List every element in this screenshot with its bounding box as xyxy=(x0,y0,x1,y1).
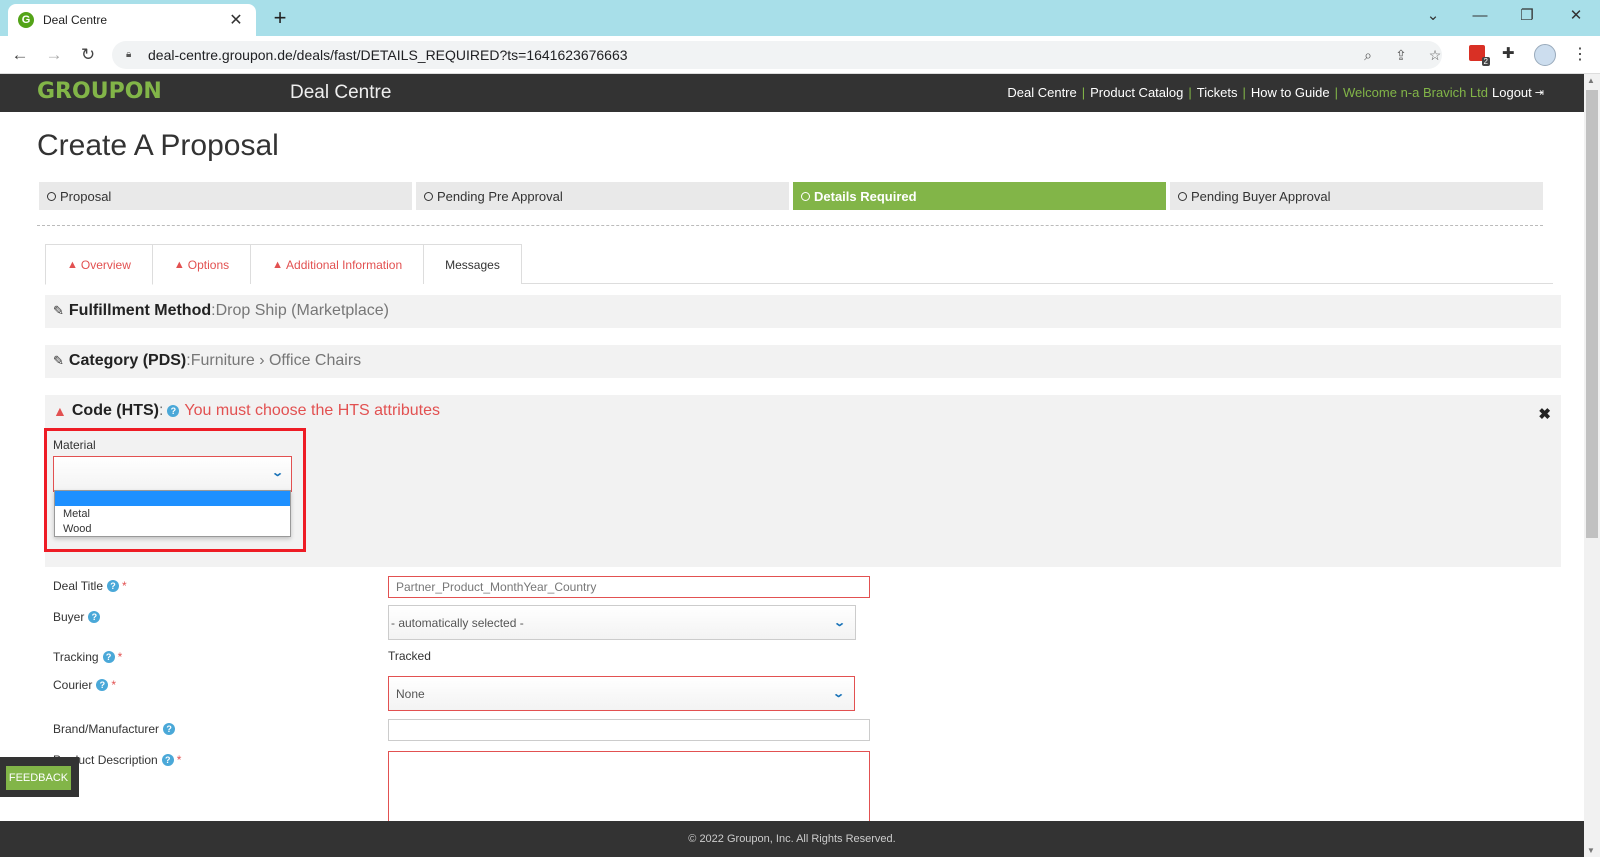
extension-badge: 2 xyxy=(1481,57,1490,66)
fulfillment-section: ✎ Fulfillment Method: Drop Ship (Marketp… xyxy=(45,295,1561,328)
top-nav: Deal Centre | Product Catalog | Tickets … xyxy=(1007,85,1544,100)
highlight-annotation xyxy=(44,428,306,552)
tab-search-icon[interactable]: ⌄ xyxy=(1418,4,1448,28)
help-icon[interactable]: ? xyxy=(167,405,180,417)
scroll-down-icon[interactable]: ▼ xyxy=(1587,846,1595,855)
tab-options[interactable]: ▲ Options xyxy=(151,244,252,284)
buyer-select[interactable]: - automatically selected - ⌄ xyxy=(388,605,856,640)
warning-icon: ▲ xyxy=(272,258,284,271)
progress-steps: Proposal Pending Pre Approval Details Re… xyxy=(39,182,1543,210)
calendar-extension-icon[interactable]: 2 xyxy=(1469,45,1490,66)
buyer-label: Buyer? xyxy=(53,610,101,624)
app-name: Deal Centre xyxy=(290,82,392,103)
step-circle-icon xyxy=(47,191,56,201)
warning-icon: ▲ xyxy=(173,258,185,271)
help-icon[interactable]: ? xyxy=(161,754,174,766)
groupon-logo[interactable]: GROUPON xyxy=(37,79,162,104)
tracking-label: Tracking? * xyxy=(53,650,123,664)
feedback-widget: FEEDBACK xyxy=(0,757,79,797)
courier-label: Courier? * xyxy=(53,678,117,692)
chevron-down-icon: ⌄ xyxy=(832,617,846,629)
nav-tickets[interactable]: Tickets xyxy=(1197,85,1238,100)
bookmark-star-icon[interactable]: ☆ xyxy=(1424,44,1446,66)
proposal-tabs: ▲ Overview ▲ Options ▲ Additional Informati… xyxy=(45,244,1553,285)
minimize-icon[interactable]: — xyxy=(1465,4,1495,28)
feedback-button[interactable]: FEEDBACK xyxy=(6,766,71,790)
brand-label: Brand/Manufacturer? xyxy=(53,722,176,736)
close-icon[interactable]: ✖ xyxy=(1538,405,1551,423)
browser-tab[interactable]: G Deal Centre ✕ xyxy=(8,4,256,36)
step-proposal: Proposal xyxy=(39,182,412,210)
extensions-icon[interactable]: ✚ xyxy=(1502,44,1515,62)
scroll-up-icon[interactable]: ▲ xyxy=(1587,76,1595,85)
tab-additional-information[interactable]: ▲ Additional Information xyxy=(250,244,425,284)
pencil-icon[interactable]: ✎ xyxy=(53,353,64,369)
product-description-textarea[interactable] xyxy=(388,751,870,831)
page-scrollbar[interactable]: ▲ ▼ xyxy=(1584,74,1600,857)
reload-icon[interactable]: ↻ xyxy=(76,43,100,67)
step-circle-icon xyxy=(1178,191,1187,201)
close-tab-icon[interactable]: ✕ xyxy=(226,10,246,30)
restore-icon[interactable]: ❐ xyxy=(1512,4,1542,28)
back-icon[interactable]: ← xyxy=(8,43,32,67)
page-viewport: GROUPON Deal Centre Deal Centre | Produc… xyxy=(0,74,1584,857)
forward-icon[interactable]: → xyxy=(42,43,66,67)
tab-title: Deal Centre xyxy=(43,13,108,27)
menu-kebab-icon[interactable]: ⋮ xyxy=(1572,44,1588,64)
fulfillment-header[interactable]: ✎ Fulfillment Method: Drop Ship (Marketp… xyxy=(53,302,389,320)
share-icon[interactable]: ⇪ xyxy=(1390,44,1412,66)
address-bar[interactable]: 🔒︎ deal-centre.groupon.de/deals/fast/DET… xyxy=(112,41,1442,69)
pencil-icon[interactable]: ✎ xyxy=(53,303,64,319)
help-icon[interactable]: ? xyxy=(88,611,101,623)
step-pending-buyer-approval: Pending Buyer Approval xyxy=(1170,182,1543,210)
browser-tab-strip: G Deal Centre ✕ + ⌄ — ❐ ✕ xyxy=(0,0,1600,36)
help-icon[interactable]: ? xyxy=(96,679,109,691)
hts-error-message: You must choose the HTS attributes xyxy=(184,402,440,419)
new-tab-icon[interactable]: + xyxy=(268,6,292,30)
tracking-value: Tracked xyxy=(388,649,431,663)
category-value: Furniture › Office Chairs xyxy=(190,352,362,369)
category-section: ✎ Category (PDS): Furniture › Office Cha… xyxy=(45,345,1561,378)
step-circle-icon xyxy=(801,191,810,201)
welcome-text: Welcome n-a Bravich Ltd xyxy=(1343,85,1489,100)
page-title: Create A Proposal xyxy=(37,129,279,162)
site-header: GROUPON Deal Centre Deal Centre | Produc… xyxy=(0,74,1584,112)
profile-avatar[interactable] xyxy=(1534,44,1556,66)
browser-toolbar: ← → ↻ 🔒︎ deal-centre.groupon.de/deals/fa… xyxy=(0,36,1600,74)
url-text: deal-centre.groupon.de/deals/fast/DETAIL… xyxy=(148,47,628,63)
nav-deal-centre[interactable]: Deal Centre xyxy=(1007,85,1076,100)
deal-title-input[interactable]: Partner_Product_MonthYear_Country xyxy=(388,576,870,598)
lock-icon: 🔒︎ xyxy=(126,49,132,60)
help-icon[interactable]: ? xyxy=(163,723,176,735)
tab-overview[interactable]: ▲ Overview xyxy=(45,244,153,285)
logout-link[interactable]: Logout xyxy=(1492,85,1532,100)
scrollbar-thumb[interactable] xyxy=(1586,90,1598,538)
fulfillment-value: Drop Ship (Marketplace) xyxy=(215,302,389,319)
deal-title-label: Deal Title? * xyxy=(53,579,127,593)
help-icon[interactable]: ? xyxy=(107,580,120,592)
nav-how-to-guide[interactable]: How to Guide xyxy=(1251,85,1330,100)
divider xyxy=(37,225,1543,226)
courier-select[interactable]: None ⌄ xyxy=(388,676,855,711)
page-footer: © 2022 Groupon, Inc. All Rights Reserved… xyxy=(0,821,1584,857)
zoom-icon[interactable]: ⌕ xyxy=(1357,44,1379,66)
step-circle-icon xyxy=(424,191,433,201)
chevron-down-icon: ⌄ xyxy=(831,688,845,700)
step-details-required: Details Required xyxy=(793,182,1166,210)
hts-header: ▲ Code (HTS): ? You must choose the HTS … xyxy=(53,402,440,419)
help-icon[interactable]: ? xyxy=(102,651,115,663)
step-pending-pre-approval: Pending Pre Approval xyxy=(416,182,789,210)
groupon-favicon-icon: G xyxy=(18,12,34,28)
warning-icon: ▲ xyxy=(67,258,78,271)
nav-product-catalog[interactable]: Product Catalog xyxy=(1090,85,1183,100)
logout-icon[interactable]: ⇥ xyxy=(1535,86,1544,99)
warning-icon: ▲ xyxy=(53,403,67,419)
category-header[interactable]: ✎ Category (PDS): Furniture › Office Cha… xyxy=(53,352,361,370)
tab-messages[interactable]: Messages xyxy=(423,244,522,284)
window-close-icon[interactable]: ✕ xyxy=(1561,4,1591,28)
brand-input[interactable] xyxy=(388,719,870,741)
